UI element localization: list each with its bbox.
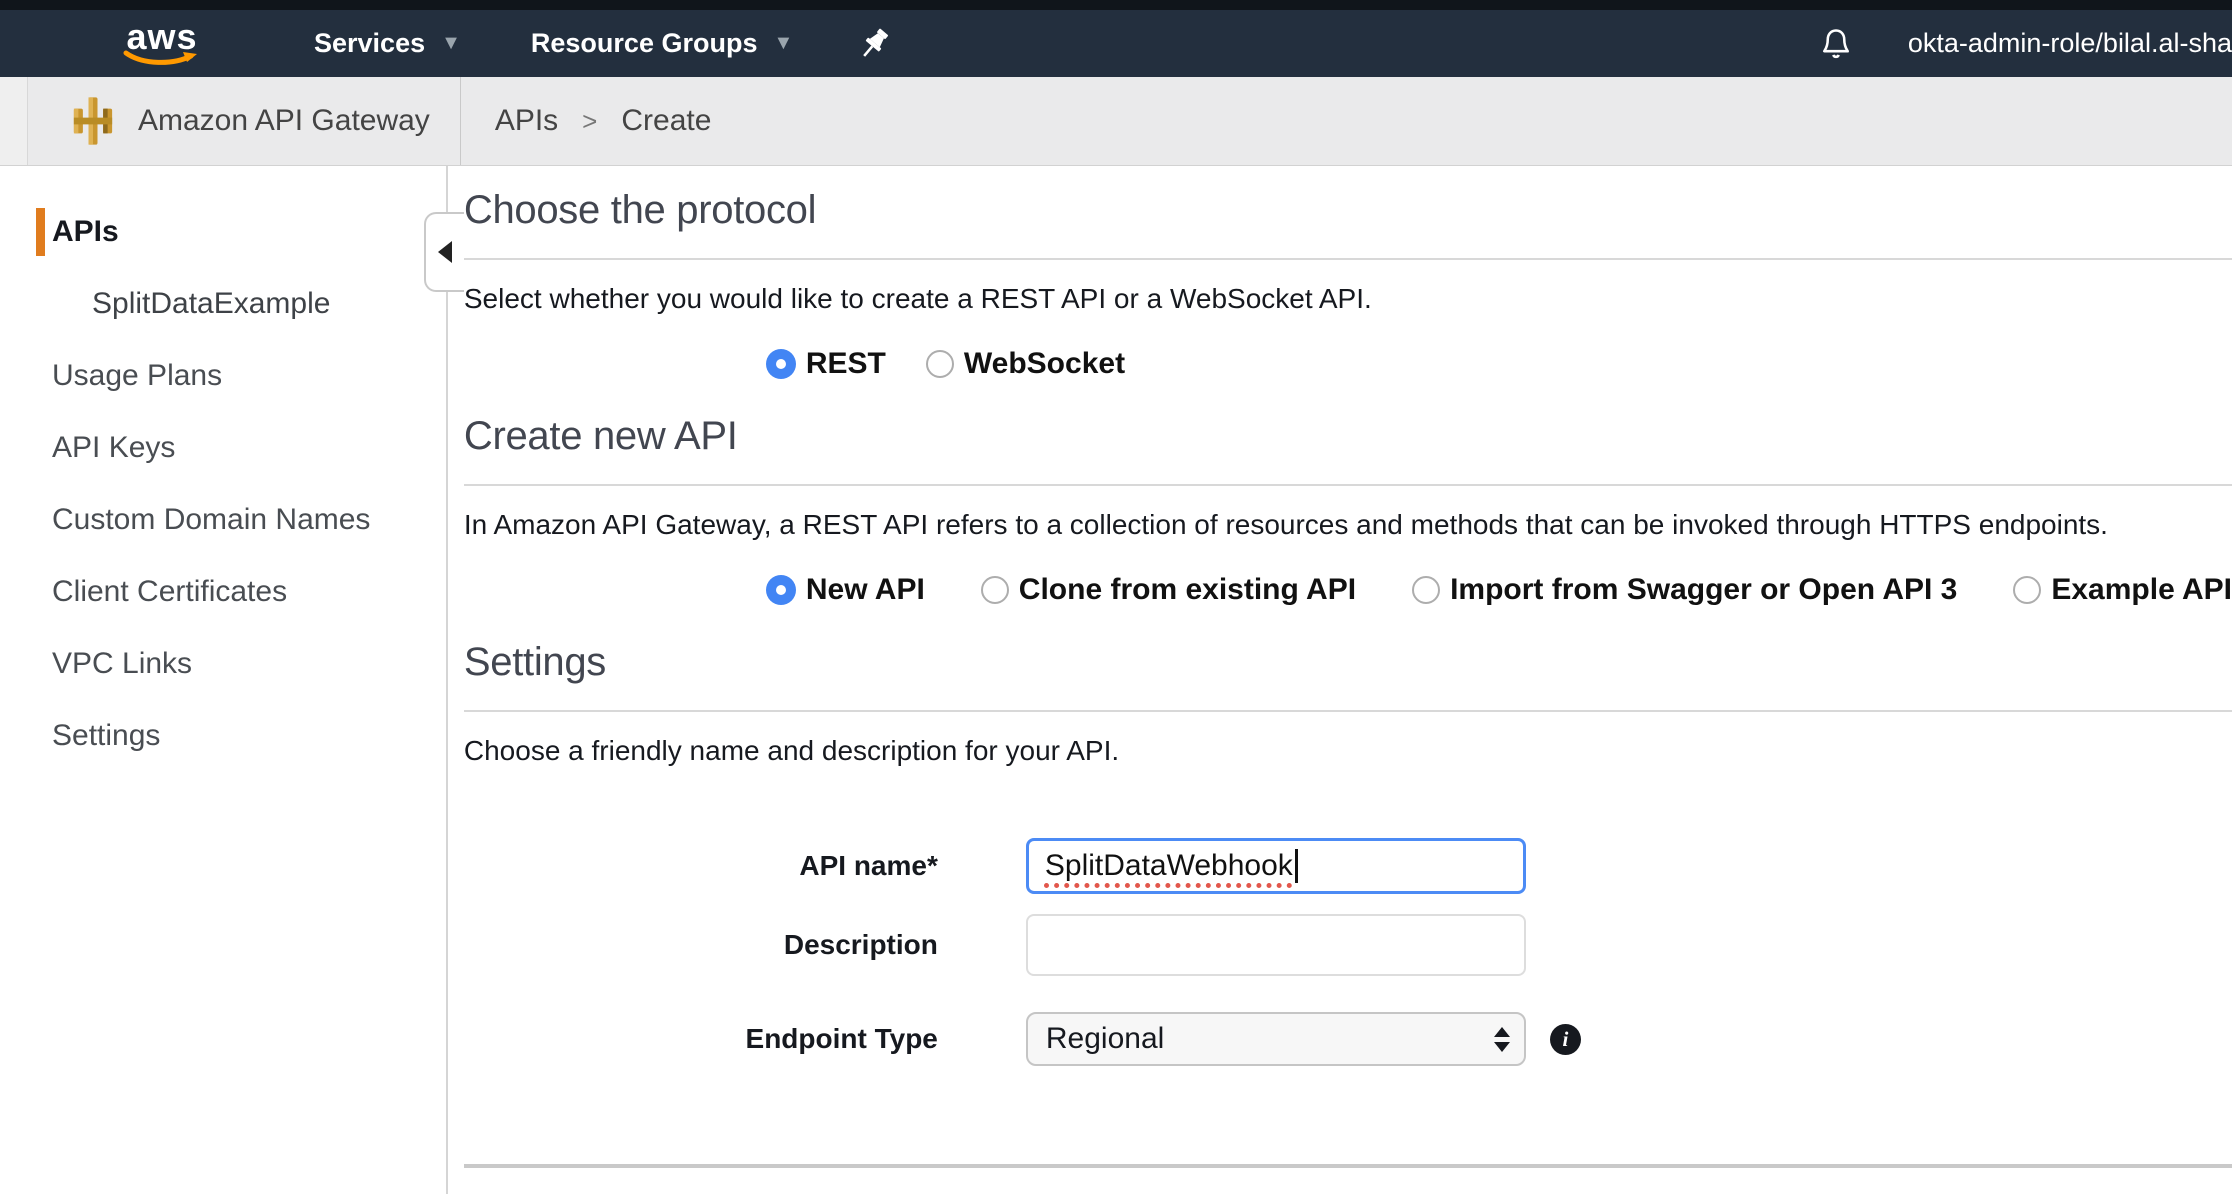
radio-label: Clone from existing API — [1019, 573, 1356, 607]
account-menu[interactable]: okta-admin-role/bilal.al-sha — [1908, 28, 2232, 59]
radio-unselected-icon — [1412, 576, 1440, 604]
sidebar-item-label: VPC Links — [52, 647, 192, 680]
radio-selected-icon — [766, 575, 796, 605]
endpoint-type-row: Endpoint Type Regional i — [464, 1012, 2232, 1066]
radio-clone-from-existing-api[interactable]: Clone from existing API — [981, 573, 1356, 607]
description-label: Description — [464, 929, 938, 961]
section-title-settings: Settings — [464, 638, 2232, 686]
choose-protocol-section: Choose the protocol Select whether you w… — [464, 186, 2232, 386]
chevron-left-icon — [438, 241, 452, 263]
section-divider — [464, 710, 2232, 712]
aws-logo-text: aws — [126, 22, 197, 52]
notifications-bell-icon[interactable] — [1818, 25, 1854, 63]
section-divider — [464, 484, 2232, 486]
select-stepper-icon — [1494, 1027, 1510, 1052]
sidebar-item-label: Usage Plans — [52, 359, 222, 392]
resource-groups-menu[interactable]: Resource Groups ▼ — [531, 28, 793, 59]
description-row: Description — [464, 914, 2232, 976]
section-title-create-new-api: Create new API — [464, 412, 2232, 460]
radio-rest[interactable]: REST — [766, 347, 886, 381]
text-caret — [1295, 849, 1298, 883]
breadcrumb-apis[interactable]: APIs — [495, 104, 558, 138]
top-navigation-bar: aws Services ▼ Resource Groups ▼ — [0, 10, 2232, 77]
resource-groups-menu-label: Resource Groups — [531, 28, 758, 59]
info-icon[interactable]: i — [1550, 1024, 1581, 1055]
section-title-choose-protocol: Choose the protocol — [464, 186, 2232, 234]
chevron-up-icon — [1494, 1027, 1510, 1037]
breadcrumb-bar: Amazon API Gateway APIs > Create — [0, 77, 2232, 166]
api-source-radio-group: New API Clone from existing API Import f… — [766, 568, 2232, 612]
sidebar-item-vpc-links[interactable]: VPC Links — [0, 628, 446, 700]
services-menu-label: Services — [314, 28, 425, 59]
chevron-down-icon — [1494, 1042, 1510, 1052]
settings-description: Choose a friendly name and description f… — [464, 734, 2232, 768]
sidebar-item-label: Settings — [52, 719, 160, 752]
window-top-strip — [0, 0, 2232, 10]
api-gateway-icon — [66, 94, 120, 148]
protocol-radio-group: REST WebSocket — [766, 342, 2232, 386]
radio-label: Import from Swagger or Open API 3 — [1450, 573, 1957, 607]
sidebar-collapse-button[interactable] — [424, 212, 464, 292]
aws-console-screen: aws Services ▼ Resource Groups ▼ — [0, 0, 2232, 1194]
radio-label: WebSocket — [964, 347, 1125, 381]
endpoint-type-select[interactable]: Regional — [1026, 1012, 1526, 1066]
sidebar-item-custom-domain-names[interactable]: Custom Domain Names — [0, 484, 446, 556]
create-new-api-description: In Amazon API Gateway, a REST API refers… — [464, 508, 2232, 542]
main-panel: Choose the protocol Select whether you w… — [448, 166, 2232, 1194]
breadcrumb-divider — [460, 77, 461, 165]
api-name-input[interactable]: SplitDataWebhook — [1026, 838, 1526, 894]
radio-selected-icon — [766, 349, 796, 379]
settings-section: Settings Choose a friendly name and desc… — [464, 638, 2232, 1168]
radio-import-from-swagger[interactable]: Import from Swagger or Open API 3 — [1412, 573, 1957, 607]
aws-logo[interactable]: aws — [120, 22, 204, 66]
content-area: APIs SplitDataExample Usage Plans API Ke… — [0, 166, 2232, 1194]
radio-unselected-icon — [926, 350, 954, 378]
description-input[interactable] — [1026, 914, 1526, 976]
breadcrumb-separator: > — [582, 106, 597, 137]
endpoint-type-label: Endpoint Type — [464, 1023, 938, 1055]
sidebar-item-api-keys[interactable]: API Keys — [0, 412, 446, 484]
choose-protocol-description: Select whether you would like to create … — [464, 282, 2232, 316]
service-name[interactable]: Amazon API Gateway — [138, 104, 430, 138]
radio-websocket[interactable]: WebSocket — [926, 347, 1125, 381]
aws-smile-icon — [123, 50, 201, 66]
radio-label: REST — [806, 347, 886, 381]
sidebar-item-label: Client Certificates — [52, 575, 287, 608]
pushpin-icon[interactable] — [855, 24, 893, 64]
settings-form: API name* SplitDataWebhook Description E… — [464, 838, 2232, 1066]
api-name-row: API name* SplitDataWebhook — [464, 838, 2232, 894]
radio-label: New API — [806, 573, 925, 607]
sidebar-item-label: Custom Domain Names — [52, 503, 370, 536]
topnav-right-group: okta-admin-role/bilal.al-sha — [1818, 25, 2232, 63]
radio-unselected-icon — [981, 576, 1009, 604]
left-edge-strip — [0, 77, 28, 165]
sidebar-item-client-certificates[interactable]: Client Certificates — [0, 556, 446, 628]
chevron-down-icon: ▼ — [773, 32, 793, 55]
endpoint-type-value: Regional — [1046, 1022, 1494, 1056]
radio-new-api[interactable]: New API — [766, 573, 925, 607]
sidebar-item-settings[interactable]: Settings — [0, 700, 446, 772]
radio-example-api[interactable]: Example API — [2013, 573, 2232, 607]
sidebar-item-splitdataexample[interactable]: SplitDataExample — [0, 268, 446, 340]
sidebar-item-apis[interactable]: APIs — [0, 196, 446, 268]
breadcrumb-create: Create — [621, 104, 711, 138]
section-divider — [464, 258, 2232, 260]
sidebar-item-label: SplitDataExample — [92, 287, 330, 320]
sidebar-item-usage-plans[interactable]: Usage Plans — [0, 340, 446, 412]
api-name-value: SplitDataWebhook — [1045, 849, 1293, 883]
bottom-divider — [464, 1164, 2232, 1168]
sidebar-item-label: API Keys — [52, 431, 175, 464]
chevron-down-icon: ▼ — [441, 32, 461, 55]
radio-label: Example API — [2051, 573, 2232, 607]
services-menu[interactable]: Services ▼ — [314, 28, 461, 59]
radio-unselected-icon — [2013, 576, 2041, 604]
sidebar: APIs SplitDataExample Usage Plans API Ke… — [0, 166, 448, 1194]
api-name-label: API name* — [464, 850, 938, 882]
breadcrumb: APIs > Create — [495, 104, 712, 138]
sidebar-item-label: APIs — [52, 215, 119, 248]
create-new-api-section: Create new API In Amazon API Gateway, a … — [464, 412, 2232, 612]
